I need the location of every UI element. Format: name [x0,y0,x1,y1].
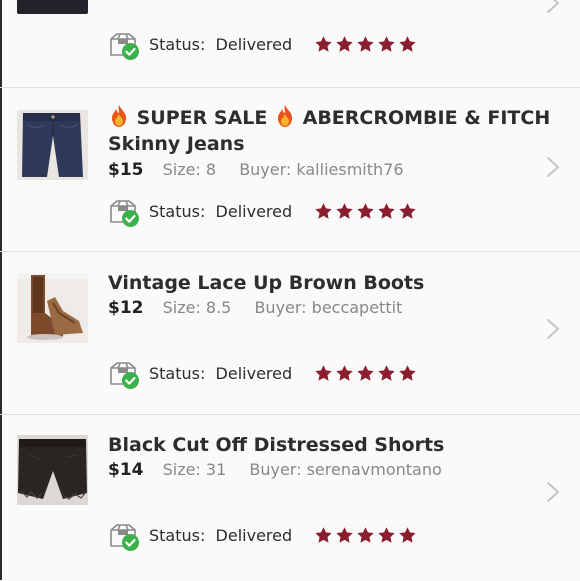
item-title: SUPER SALE ABERCROMBIE & FITCH [108,104,550,132]
star-icon [356,364,375,383]
rating-stars [314,525,419,545]
sold-orders-list: Status: Delivered SUPER SALE ABERCROMBIE… [0,0,580,580]
chevron-right-icon[interactable] [546,0,560,14]
item-buyer: Buyer: beccapettit [254,298,403,317]
star-icon [398,364,417,383]
item-title-line2: Skinny Jeans [108,133,245,155]
chevron-right-icon[interactable] [546,481,560,503]
item-title: Black Cut Off Distressed Shorts [108,434,445,456]
item-size: Size: 31 [162,460,227,479]
star-icon [314,202,333,221]
star-icon [356,526,375,545]
item-meta: $15 Size: 8 Buyer: kalliesmith76 [108,160,404,180]
star-icon [356,35,375,54]
item-size: Size: 8 [162,160,217,179]
item-price: $12 [108,298,144,318]
item-thumbnail-boots [17,273,88,343]
item-thumbnail-jeans [17,110,88,180]
star-icon [314,364,333,383]
status-label: Status: Delivered [149,202,293,221]
star-icon [377,364,396,383]
status-label: Status: Delivered [149,364,293,383]
star-icon [335,202,354,221]
star-icon [398,202,417,221]
star-icon [335,364,354,383]
package-delivered-icon [108,198,140,228]
package-delivered-icon [108,360,140,390]
item-size: Size: 8.5 [162,298,232,317]
star-icon [377,202,396,221]
rating-stars [314,201,419,221]
item-price: $15 [108,160,144,180]
star-icon [335,526,354,545]
status-label: Status: Delivered [149,35,293,54]
star-icon [314,35,333,54]
order-item[interactable]: SUPER SALE ABERCROMBIE & FITCH Skinny Je… [0,87,580,252]
item-buyer: Buyer: kalliesmith76 [239,160,404,179]
star-icon [356,202,375,221]
star-icon [377,526,396,545]
rating-stars [314,34,419,54]
package-delivered-icon [108,522,140,552]
item-price: $14 [108,460,144,480]
item-meta: $14 Size: 31 Buyer: serenavmontano [108,460,442,480]
item-thumbnail-shorts [17,435,88,505]
package-delivered-icon [108,31,140,61]
star-icon [314,526,333,545]
star-icon [398,35,417,54]
item-thumbnail [17,0,88,14]
item-buyer: Buyer: serenavmontano [249,460,442,479]
star-icon [398,526,417,545]
chevron-right-icon[interactable] [546,318,560,340]
fire-icon [274,104,296,128]
rating-stars [314,363,419,383]
order-item[interactable]: Black Cut Off Distressed Shorts $14 Size… [0,414,580,581]
item-title: Vintage Lace Up Brown Boots [108,272,425,294]
order-item[interactable]: Vintage Lace Up Brown Boots $12 Size: 8.… [0,251,580,415]
star-icon [377,35,396,54]
item-meta: $12 Size: 8.5 Buyer: beccapettit [108,298,402,318]
chevron-right-icon[interactable] [546,156,560,178]
fire-icon [108,104,130,128]
status-label: Status: Delivered [149,526,293,545]
star-icon [335,35,354,54]
